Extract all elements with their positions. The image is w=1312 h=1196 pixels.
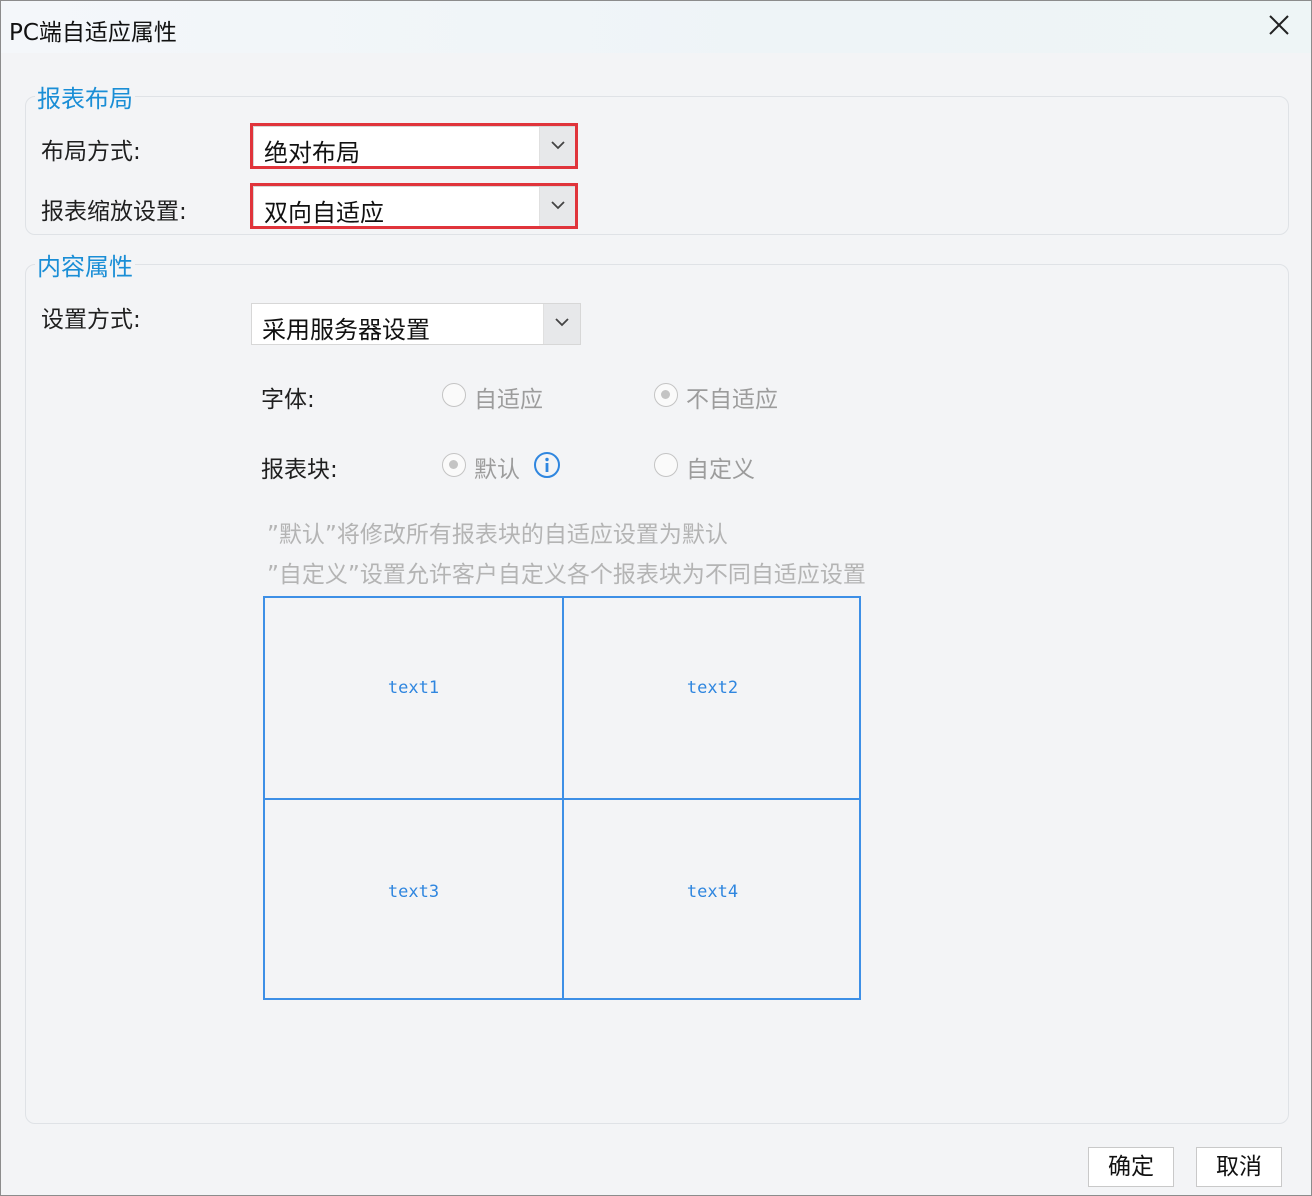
- report-block-default-label: 默认: [474, 457, 520, 483]
- preview-cell-text: text1: [387, 678, 440, 698]
- preview-cell-3: text3: [265, 800, 562, 1000]
- title-bar: PC端自适应属性: [1, 1, 1311, 53]
- content-properties-group-title: 内容属性: [35, 247, 135, 282]
- layout-mode-select[interactable]: 绝对布局: [253, 126, 577, 168]
- close-button[interactable]: [1259, 9, 1299, 45]
- preview-cell-1: text1: [265, 598, 562, 798]
- layout-mode-label: 布局方式:: [41, 139, 141, 165]
- preview-cell-4: text4: [564, 800, 861, 1000]
- setting-mode-label: 设置方式:: [41, 307, 141, 333]
- hint-default: ”默认”将修改所有报表块的自适应设置为默认: [267, 522, 728, 548]
- chevron-down-icon: [555, 318, 569, 327]
- report-block-custom-label: 自定义: [686, 457, 755, 483]
- close-icon: [1269, 15, 1289, 35]
- hint-custom: ”自定义”设置允许客户自定义各个报表块为不同自适应设置: [267, 562, 866, 588]
- report-block-default-radio[interactable]: [442, 453, 466, 477]
- cancel-button[interactable]: 取消: [1196, 1147, 1282, 1187]
- ok-button[interactable]: 确定: [1088, 1147, 1174, 1187]
- report-layout-group: [25, 96, 1289, 235]
- scale-setting-dropdown-arrow[interactable]: [539, 187, 576, 227]
- setting-mode-dropdown-arrow[interactable]: [543, 304, 580, 344]
- font-adaptive-radio[interactable]: [442, 383, 466, 407]
- font-non-adaptive-label: 不自适应: [686, 387, 778, 413]
- preview-cell-text: text2: [686, 678, 739, 698]
- layout-mode-value: 绝对布局: [264, 139, 360, 167]
- chevron-down-icon: [551, 201, 565, 210]
- report-layout-group-title: 报表布局: [35, 79, 135, 114]
- report-block-preview: text1 text2 text3 text4: [263, 596, 861, 1000]
- font-adaptive-label: 自适应: [474, 387, 543, 413]
- scale-setting-label: 报表缩放设置:: [41, 199, 187, 225]
- font-label: 字体:: [261, 387, 315, 413]
- scale-setting-value: 双向自适应: [264, 199, 384, 227]
- setting-mode-select[interactable]: 采用服务器设置: [251, 303, 581, 345]
- chevron-down-icon: [551, 141, 565, 150]
- preview-cell-2: text2: [564, 598, 861, 798]
- dialog-title: PC端自适应属性: [9, 20, 177, 46]
- scale-setting-select[interactable]: 双向自适应: [253, 186, 577, 228]
- preview-cell-text: text4: [686, 882, 739, 902]
- font-non-adaptive-radio[interactable]: [654, 383, 678, 407]
- dialog-window: PC端自适应属性 报表布局 布局方式: 绝对布局 报表缩放设置: 双向自适应 内…: [0, 0, 1312, 1196]
- preview-cell-text: text3: [387, 882, 440, 902]
- report-block-label: 报表块:: [261, 457, 338, 483]
- layout-mode-dropdown-arrow[interactable]: [539, 127, 576, 167]
- setting-mode-value: 采用服务器设置: [262, 316, 430, 344]
- info-icon[interactable]: [533, 451, 561, 479]
- report-block-custom-radio[interactable]: [654, 453, 678, 477]
